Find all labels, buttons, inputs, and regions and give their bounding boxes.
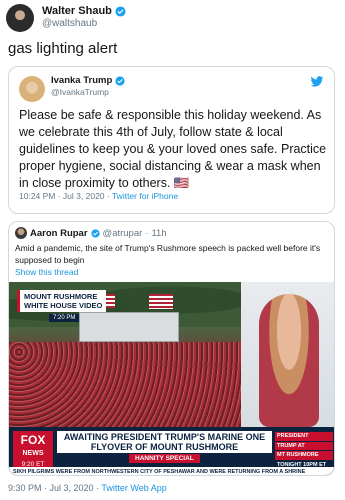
video-lower-third: FOX NEWS 9:20 ET AWAITING PRESIDENT TRUM…	[9, 427, 334, 475]
video-commentator	[259, 294, 319, 427]
quoted-avatar[interactable]	[19, 76, 45, 102]
video-show-name: HANNITY SPECIAL	[129, 454, 200, 463]
fox-news-logo: FOX NEWS	[13, 431, 53, 461]
tweet-text: gas lighting alert	[8, 40, 118, 57]
video-side-frame	[241, 282, 334, 427]
quoted-meta: 10:24 PM · Jul 3, 2020 · Twitter for iPh…	[19, 191, 179, 201]
video-stage	[79, 312, 179, 342]
chyron-line1: MOUNT RUSHMORE	[24, 292, 98, 301]
nested-handle[interactable]: @atrupar	[103, 228, 143, 239]
video-player[interactable]: MOUNT RUSHMORE WHITE HOUSE VIDEO 7:20 PM…	[9, 282, 334, 475]
quoted-timestamp[interactable]: 10:24 PM · Jul 3, 2020	[19, 191, 105, 201]
nested-age[interactable]: 11h	[151, 228, 166, 239]
flag-icon	[149, 294, 173, 309]
nested-avatar[interactable]	[15, 227, 27, 239]
verified-badge-icon	[115, 5, 126, 17]
tweet-meta: 9:30 PM · Jul 3, 2020 · Twitter Web App	[8, 483, 167, 493]
quoted-handle[interactable]: @IvankaTrump	[51, 87, 109, 97]
quoted-display-name[interactable]: Ivanka Trump	[51, 75, 112, 86]
show-thread-link[interactable]: Show this thread	[15, 267, 78, 277]
tweet-source[interactable]: Twitter Web App	[101, 483, 166, 493]
author-handle[interactable]: @waltshaub	[42, 18, 126, 29]
avatar[interactable]	[6, 4, 34, 32]
nested-text: Amid a pandemic, the site of Trump's Rus…	[15, 243, 321, 265]
chyron-line2: WHITE HOUSE VIDEO	[24, 301, 103, 310]
author-display-name[interactable]: Walter Shaub	[42, 5, 112, 17]
nested-display-name[interactable]: Aaron Rupar	[30, 228, 88, 239]
tweet-timestamp[interactable]: 9:30 PM · Jul 3, 2020	[8, 483, 94, 493]
verified-badge-icon	[115, 75, 125, 86]
verified-badge-icon	[90, 228, 100, 238]
video-promo: PRESIDENT TRUMP AT MT RUSHMORE TONIGHT 1…	[275, 431, 333, 469]
nested-quote-card[interactable]: Aaron Rupar @atrupar · 11h Amid a pandem…	[8, 221, 335, 476]
video-crowd	[9, 342, 241, 427]
quoted-tweet-card[interactable]: Ivanka Trump @IvankaTrump Please be safe…	[8, 66, 335, 214]
video-location-chyron: MOUNT RUSHMORE WHITE HOUSE VIDEO	[17, 290, 107, 312]
author-block: Walter Shaub @waltshaub	[42, 5, 126, 29]
chyron-time: 7:20 PM	[49, 314, 80, 322]
quoted-source[interactable]: Twitter for iPhone	[112, 191, 178, 201]
video-headline: AWAITING PRESIDENT TRUMP'S MARINE ONE FL…	[57, 431, 272, 453]
video-main-frame: MOUNT RUSHMORE WHITE HOUSE VIDEO 7:20 PM	[9, 282, 241, 427]
quoted-text: Please be safe & responsible this holida…	[19, 108, 327, 190]
tweet-header: Walter Shaub @waltshaub	[6, 4, 326, 34]
twitter-bird-icon[interactable]	[310, 76, 324, 88]
video-ticker: SIKH PILGRIMS WERE FROM NORTHWESTERN CIT…	[9, 467, 334, 475]
